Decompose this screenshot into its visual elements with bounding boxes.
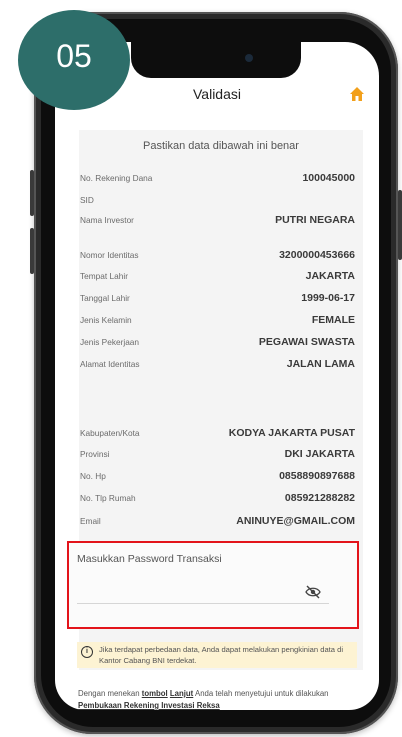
field-value: 085921288282 xyxy=(284,492,355,504)
volume-button xyxy=(30,228,34,274)
info-notice: i Jika terdapat perbedaan data, Anda dap… xyxy=(77,642,357,668)
field-label: Tanggal Lahir xyxy=(80,293,130,303)
password-input[interactable] xyxy=(77,603,329,604)
password-label: Masukkan Password Transaksi xyxy=(77,553,222,565)
field-label: No. Tlp Rumah xyxy=(80,493,136,503)
field-label: Nomor Identitas xyxy=(80,250,139,260)
account-opening-link[interactable]: Pembukaan Rekening Investasi Reksa xyxy=(78,701,220,710)
agreement-prefix: Dengan menekan xyxy=(78,689,142,698)
field-value: 100045000 xyxy=(302,172,355,184)
field-value: PEGAWAI SWASTA xyxy=(258,336,355,348)
field-value: JALAN LAMA xyxy=(286,358,355,370)
field-label: Alamat Identitas xyxy=(80,359,140,369)
field-label: Kabupaten/Kota xyxy=(80,428,140,438)
field-value: 0858890897688 xyxy=(279,470,355,482)
field-label: No. Rekening Dana xyxy=(80,173,153,183)
field-label: Jenis Pekerjaan xyxy=(80,337,140,347)
field-value: 3200000453666 xyxy=(279,249,355,261)
camera-dot xyxy=(245,54,253,62)
card-title: Pastikan data dibawah ini benar xyxy=(143,140,299,152)
step-badge: 05 xyxy=(18,10,130,110)
field-value: JAKARTA xyxy=(305,270,355,282)
field-label: No. Hp xyxy=(80,471,106,481)
agreement-text: Dengan menekan tombol Lanjut Anda telah … xyxy=(78,688,358,712)
lanjut-link[interactable]: Lanjut xyxy=(170,689,193,698)
step-number: 05 xyxy=(56,38,92,74)
field-label: Provinsi xyxy=(80,449,110,459)
field-value: PUTRI NEGARA xyxy=(275,214,355,226)
power-button xyxy=(398,190,402,260)
field-value: 1999-06-17 xyxy=(301,292,355,304)
field-value: ANINUYE@GMAIL.COM xyxy=(236,515,355,527)
password-section: Masukkan Password Transaksi xyxy=(67,541,359,629)
field-label: Jenis Kelamin xyxy=(80,315,132,325)
agreement-middle: Anda telah menyetujui untuk dilakukan xyxy=(193,689,329,698)
field-label: SID xyxy=(80,195,94,205)
home-icon[interactable] xyxy=(349,86,365,102)
info-icon: i xyxy=(81,646,93,658)
field-label: Email xyxy=(80,516,101,526)
volume-button xyxy=(30,170,34,216)
field-value: FEMALE xyxy=(311,314,355,326)
field-value: KODYA JAKARTA PUSAT xyxy=(228,427,355,439)
eye-slash-icon[interactable] xyxy=(305,585,321,599)
phone-notch xyxy=(131,42,301,78)
field-label: Nama Investor xyxy=(80,215,134,225)
tombol-link[interactable]: tombol xyxy=(142,689,168,698)
notice-text: Jika terdapat perbedaan data, Anda dapat… xyxy=(99,645,344,665)
field-value: DKI JAKARTA xyxy=(284,448,355,460)
field-label: Tempat Lahir xyxy=(80,271,128,281)
